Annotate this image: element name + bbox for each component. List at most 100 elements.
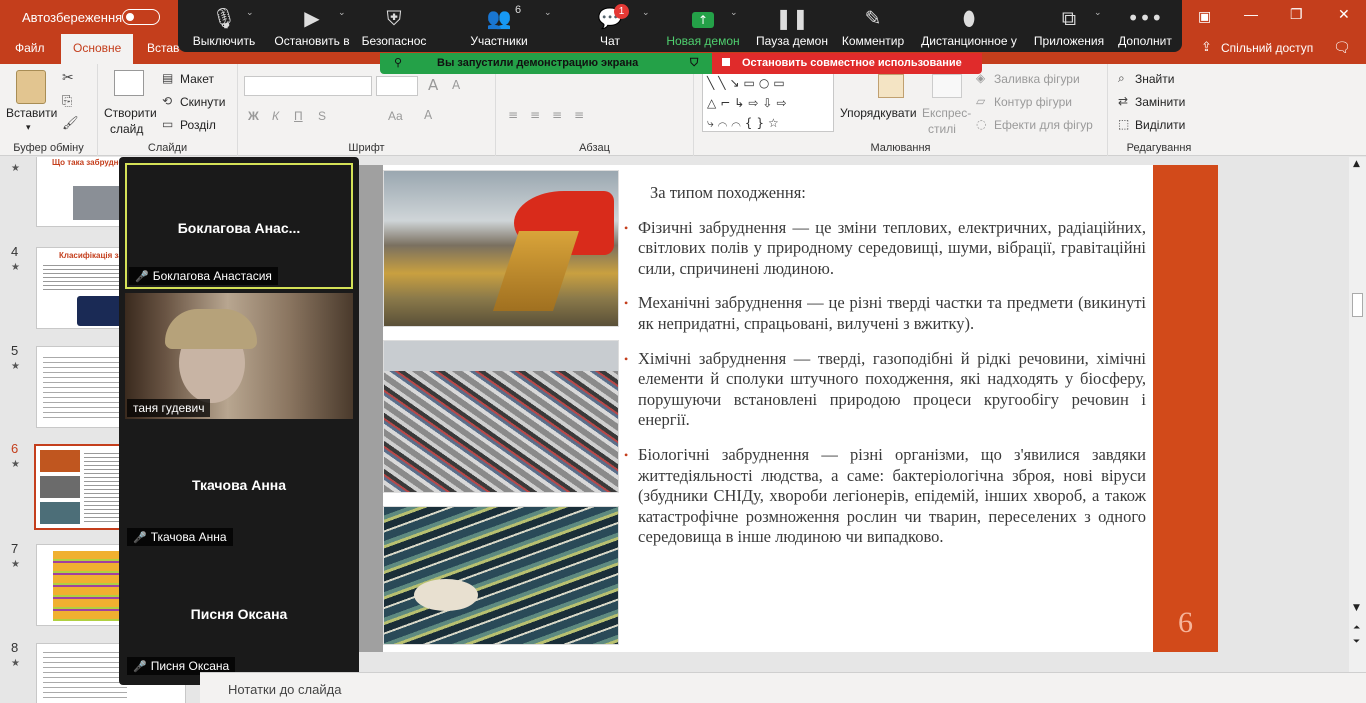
select-icon: ⬚ (1118, 117, 1130, 131)
participant-tile[interactable]: Писня Оксана 🎤 Писня Оксана (125, 551, 353, 677)
slide-number: 5 (11, 343, 19, 358)
more-button[interactable]: ••• Дополнит (1112, 0, 1178, 52)
shape-outline-icon: ▱ (976, 94, 986, 108)
bold-button[interactable]: Ж (248, 109, 259, 123)
change-case-button[interactable]: Aa (388, 109, 403, 123)
stop-share-button[interactable]: Остановить совместное использование (712, 53, 982, 74)
font-color-icon[interactable]: A (424, 108, 432, 122)
scroll-up-icon[interactable]: ▲ (1353, 159, 1360, 169)
scroll-down-icon[interactable]: ▼ (1353, 603, 1360, 613)
select-button[interactable]: Виділити (1135, 118, 1185, 132)
comments-icon[interactable]: 🗨 (1333, 40, 1351, 56)
grow-font-icon[interactable]: A (428, 76, 438, 94)
paste-button[interactable]: Вставити (6, 106, 57, 120)
shrink-font-icon[interactable]: A (452, 78, 460, 92)
new-slide-icon[interactable] (114, 70, 144, 96)
participant-tile[interactable]: Боклагова Анас... 🎤 Боклагова Анастасия (125, 163, 353, 289)
copy-icon[interactable]: ⎘ (62, 94, 72, 109)
chat-button[interactable]: 💬 Чат (582, 0, 638, 52)
strikethrough-button[interactable]: S (318, 109, 326, 123)
mic-muted-icon: 🎤 (133, 531, 147, 544)
video-options-chevron-icon[interactable]: ⌄ (338, 8, 346, 18)
participant-tile-video[interactable]: таня гудевич (125, 293, 353, 419)
find-button[interactable]: Знайти (1135, 72, 1174, 86)
slide-text-body[interactable]: За типом походження: Фізичні забруднення… (624, 183, 1146, 562)
remote-control-button[interactable]: ⬮ Дистанционное у (916, 0, 1022, 52)
tab-home[interactable]: Основне (61, 34, 134, 64)
security-button[interactable]: ⛨ Безопаснос (358, 0, 430, 52)
paste-icon[interactable] (16, 70, 46, 104)
share-button[interactable]: Спільний доступ (1221, 41, 1313, 55)
new-slide-label-1[interactable]: Створити (104, 106, 157, 120)
shield-check-icon: ⛉ (690, 56, 699, 69)
previous-slide-icon[interactable]: ⏶ (1353, 623, 1360, 633)
slide-canvas[interactable]: За типом походження: Фізичні забруднення… (383, 165, 1218, 652)
justify-icon[interactable]: ≡ (574, 108, 584, 122)
sewage-stream (493, 231, 579, 311)
close-button[interactable]: ✕ (1338, 6, 1350, 23)
arrange-button[interactable]: Упорядкувати (840, 106, 917, 120)
autosave-toggle[interactable] (122, 9, 160, 25)
participant-name-tag: 🎤 Боклагова Анастасия (129, 267, 278, 285)
underline-button[interactable]: П (294, 109, 303, 123)
italic-button[interactable]: К (272, 109, 279, 123)
quick-styles-label-2[interactable]: стилі (928, 122, 956, 136)
apps-options-chevron-icon[interactable]: ⌄ (1094, 8, 1102, 18)
group-label-slides: Слайди (147, 142, 188, 154)
cut-icon[interactable]: ✂ (62, 70, 74, 86)
replace-button[interactable]: Замінити (1135, 95, 1185, 109)
chat-options-chevron-icon[interactable]: ⌄ (642, 8, 650, 18)
section-button[interactable]: Розділ (180, 118, 216, 132)
tab-insert[interactable]: Встав (147, 41, 179, 55)
slide-number-label: 6 (1178, 606, 1193, 639)
stop-share-label: Остановить совместное использование (742, 57, 962, 69)
participant-video-hair (165, 309, 257, 349)
find-icon: ⌕ (1118, 71, 1125, 85)
align-right-icon[interactable]: ≡ (552, 108, 562, 122)
vertical-scrollbar[interactable]: ▲ ▼ ⏶ ⏷ (1349, 157, 1366, 672)
font-name-combo[interactable] (244, 76, 372, 96)
thumbnail-text (43, 262, 123, 292)
participant-tile[interactable]: Ткачова Анна 🎤 Ткачова Анна (125, 422, 353, 548)
font-size-combo[interactable] (376, 76, 418, 96)
shapes-gallery[interactable]: ╲╲↘▭○▭ △⌐↳⇨⇩⇨ ⤷⌒⌒{}☆ (702, 72, 834, 132)
thumbnail-image (40, 476, 80, 498)
paste-dropdown-icon[interactable]: ▾ (26, 122, 31, 133)
maximize-button[interactable]: ❐ (1290, 6, 1303, 23)
tab-file[interactable]: Файл (15, 41, 45, 55)
new-slide-label-2[interactable]: слайд (110, 122, 143, 136)
align-left-icon[interactable]: ≡ (508, 108, 518, 122)
next-slide-icon[interactable]: ⏷ (1353, 637, 1360, 647)
share-icon[interactable]: ⇪ (1201, 40, 1212, 55)
shape-fill-button[interactable]: Заливка фігури (994, 72, 1080, 86)
participants-button[interactable]: 👥 Участники (460, 0, 538, 52)
share-options-chevron-icon[interactable]: ⌄ (730, 8, 738, 18)
minimize-button[interactable]: — (1244, 6, 1258, 22)
mic-muted-icon: 🎤 (133, 660, 147, 673)
group-label-clipboard: Буфер обміну (13, 142, 84, 154)
ribbon-display-icon[interactable]: ▣ (1198, 8, 1211, 25)
annotate-button[interactable]: ✎ Комментир (838, 0, 908, 52)
shape-outline-button[interactable]: Контур фігури (994, 95, 1072, 109)
photo-water-pollution (383, 506, 619, 645)
participants-options-chevron-icon[interactable]: ⌄ (544, 8, 552, 18)
mute-options-chevron-icon[interactable]: ⌄ (246, 8, 254, 18)
slide-accent-bar: 6 (1153, 165, 1218, 652)
notes-pane[interactable]: Нотатки до слайда (200, 672, 1366, 703)
pin-icon[interactable]: ⚲ (394, 56, 402, 69)
arrange-icon[interactable] (878, 74, 904, 98)
slide-number: 8 (11, 640, 19, 655)
quick-styles-label-1[interactable]: Експрес- (922, 106, 971, 120)
reset-button[interactable]: Скинути (180, 95, 225, 109)
slide-number: 7 (11, 541, 19, 556)
shape-effects-button[interactable]: Ефекти для фігур (994, 118, 1093, 132)
photo-garbage-dump (383, 340, 619, 493)
animation-star-icon: ★ (11, 163, 20, 174)
format-painter-icon[interactable]: 🖌 (62, 116, 79, 131)
scroll-thumb[interactable] (1352, 293, 1363, 317)
align-center-icon[interactable]: ≡ (530, 108, 540, 122)
pause-share-button[interactable]: ❚❚ Пауза демон (752, 0, 832, 52)
quick-styles-icon[interactable] (932, 74, 962, 98)
layout-button[interactable]: Макет (180, 72, 214, 86)
thumbnail-text (43, 648, 127, 698)
